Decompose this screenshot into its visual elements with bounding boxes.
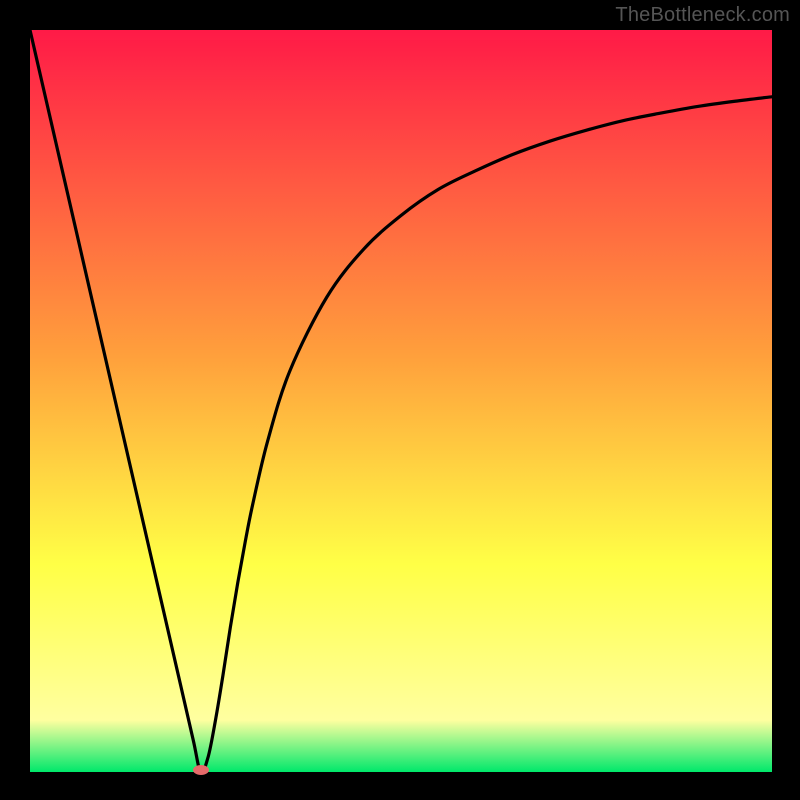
chart-frame: TheBottleneck.com bbox=[0, 0, 800, 800]
bottleneck-curve bbox=[30, 30, 772, 772]
minimum-marker bbox=[193, 765, 209, 775]
plot-area bbox=[30, 30, 772, 772]
watermark-text: TheBottleneck.com bbox=[615, 4, 790, 27]
